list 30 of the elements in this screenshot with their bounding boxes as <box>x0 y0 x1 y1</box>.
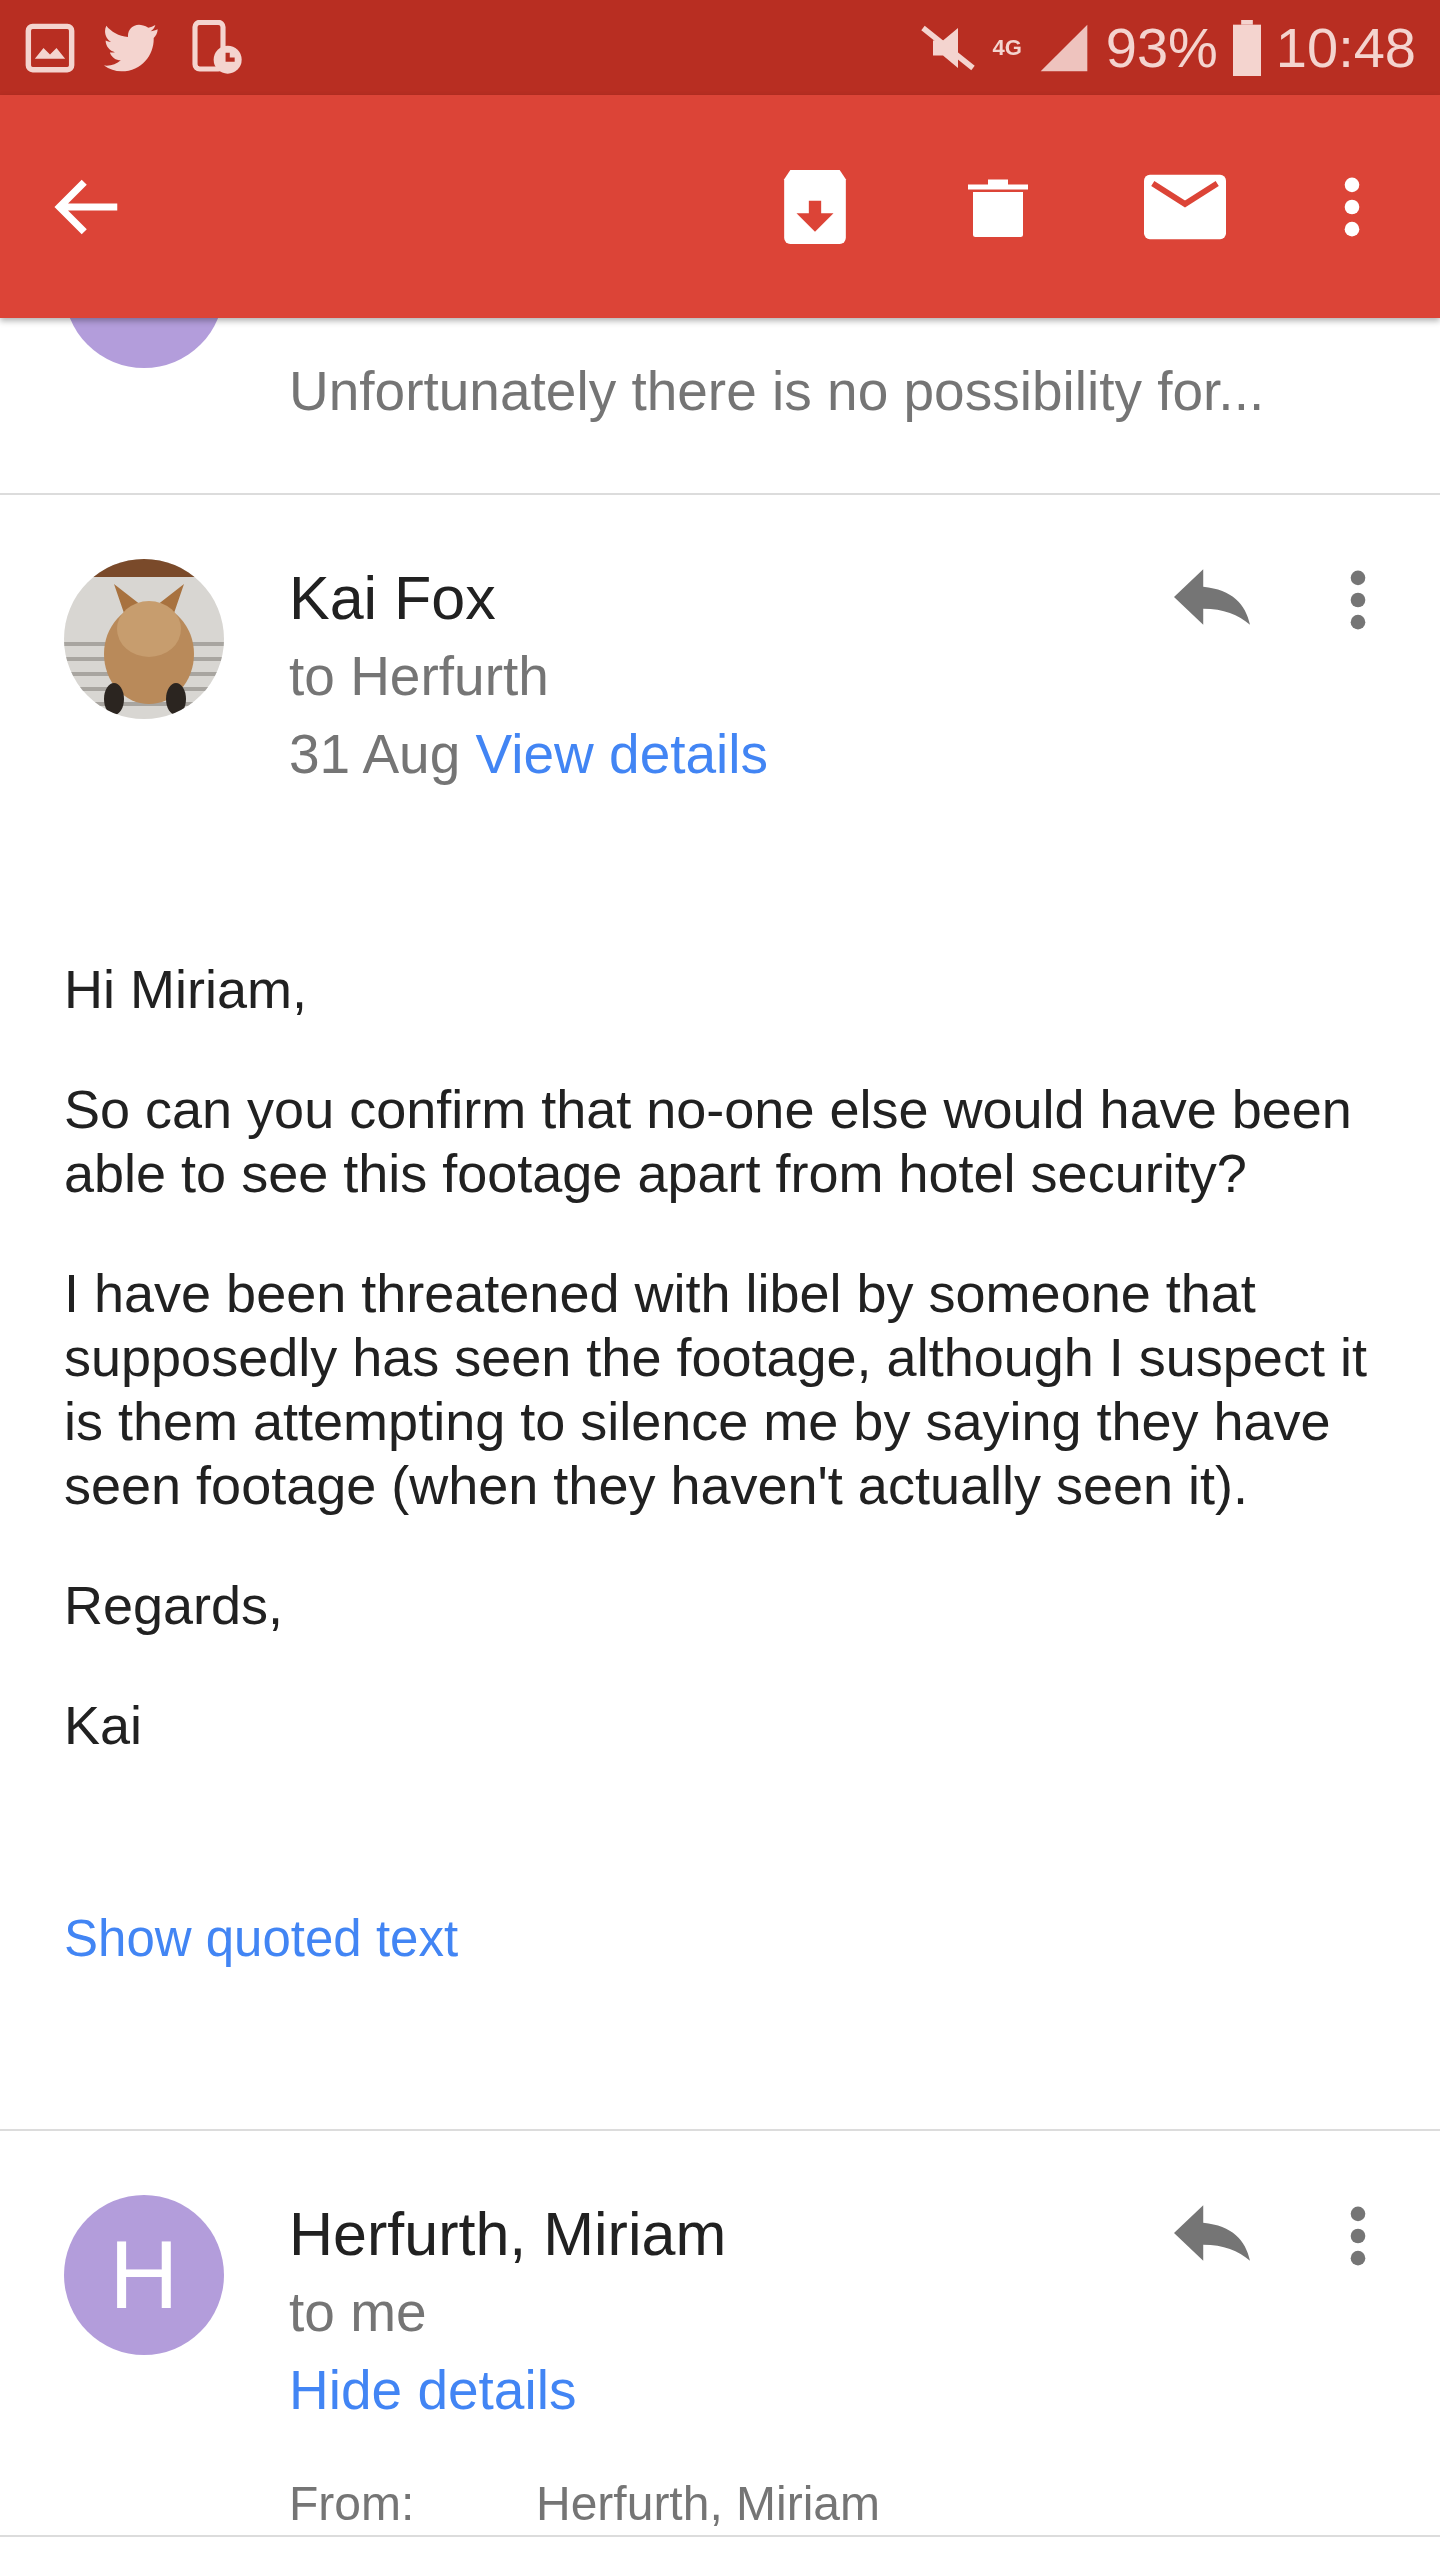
more-options-icon[interactable] <box>1348 569 1368 631</box>
back-arrow-icon[interactable] <box>54 177 120 236</box>
recipient-label: to Herfurth <box>289 644 550 709</box>
network-label: 4G <box>992 36 1022 59</box>
bird-icon <box>104 23 160 72</box>
battery-icon <box>1231 19 1262 76</box>
field-label: From: <box>289 2476 416 2532</box>
avatar: H <box>64 2195 224 2355</box>
battery-percentage: 93% <box>1105 15 1218 80</box>
mail-icon[interactable] <box>1144 173 1226 240</box>
message-paragraph: Hi Miriam, <box>64 958 308 1021</box>
recipient-label: to me <box>289 2280 428 2345</box>
image-icon <box>24 21 76 74</box>
message-paragraph: Regards, <box>64 1574 285 1637</box>
message-snippet: Unfortunately there is no possibility for... <box>289 359 1266 424</box>
reply-icon[interactable] <box>1174 2205 1250 2261</box>
date-label: 31 Aug <box>289 723 461 785</box>
sender-name: Kai Fox <box>289 563 497 634</box>
more-options-icon[interactable] <box>1342 175 1362 238</box>
message-paragraph: I have been threatened with libel by someone that supposedly has seen the footage, although I suspect it is them attempting to silence me by saying they have seen footage (when they haven't actually seen it). <box>64 1262 1368 1517</box>
details-link[interactable]: View details <box>475 723 769 785</box>
show-quoted-link[interactable]: Show quoted text <box>64 1907 459 1971</box>
message-paragraph: So can you confirm that no-one else would have been able to see this footage apart from hotel security? <box>64 1078 1353 1205</box>
details-link[interactable]: Hide details <box>289 2359 577 2421</box>
reply-icon[interactable] <box>1174 569 1250 625</box>
from-name: Herfurth, Miriam <box>536 2476 882 2532</box>
more-options-icon[interactable] <box>1348 2205 1368 2267</box>
sender-name: Herfurth, Miriam <box>289 2199 728 2270</box>
clock-time: 10:48 <box>1275 15 1416 80</box>
message-paragraph: Kai <box>64 1694 144 1757</box>
